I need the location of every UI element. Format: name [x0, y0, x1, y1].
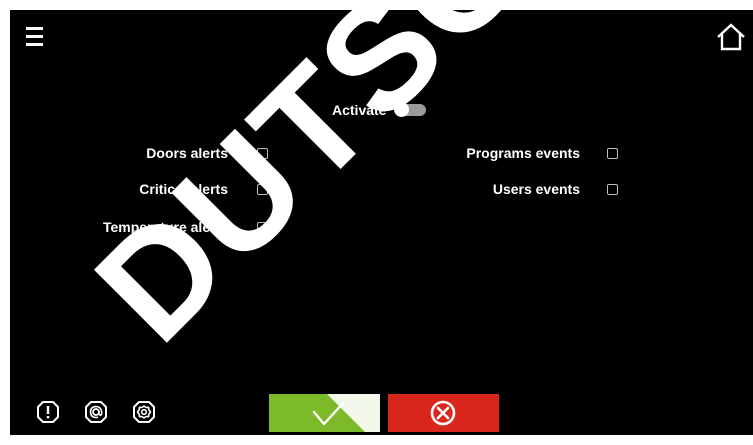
checkmark-icon [312, 394, 380, 432]
alert-icon[interactable] [36, 400, 60, 424]
activate-label: Activate [332, 102, 387, 118]
toggle-knob [394, 102, 410, 117]
users-events-checkbox[interactable] [607, 183, 618, 195]
doors-alerts-checkbox[interactable] [257, 147, 268, 159]
doors-alerts-label: Doors alerts [146, 145, 228, 161]
users-events-label: Users events [492, 181, 580, 197]
programs-events-checkbox[interactable] [607, 147, 618, 159]
activate-control: Activate [332, 100, 427, 120]
close-circle-icon [430, 400, 456, 426]
email-icon[interactable] [84, 400, 108, 424]
users-events-row: Users events [380, 179, 618, 199]
doors-alerts-row: Doors alerts [18, 143, 268, 163]
temperature-alerts-label: Temperature alerts [102, 219, 228, 235]
cancel-button[interactable] [388, 394, 499, 432]
home-icon[interactable] [715, 22, 747, 52]
critical-alerts-checkbox[interactable] [257, 183, 268, 195]
critical-alerts-row: Critical alerts [18, 179, 268, 199]
programs-events-label: Programs events [466, 145, 580, 161]
confirm-button[interactable] [269, 394, 380, 432]
temperature-alerts-row: Temperature alerts [18, 217, 268, 237]
device-screen: Activate Doors alerts Critical alerts Te… [10, 0, 753, 435]
activate-toggle[interactable] [394, 102, 427, 117]
temperature-alerts-checkbox[interactable] [257, 221, 268, 233]
settings-icon[interactable] [132, 400, 156, 424]
programs-events-row: Programs events [380, 143, 618, 163]
hamburger-menu-icon[interactable] [24, 24, 46, 50]
critical-alerts-label: Critical alerts [139, 181, 228, 197]
